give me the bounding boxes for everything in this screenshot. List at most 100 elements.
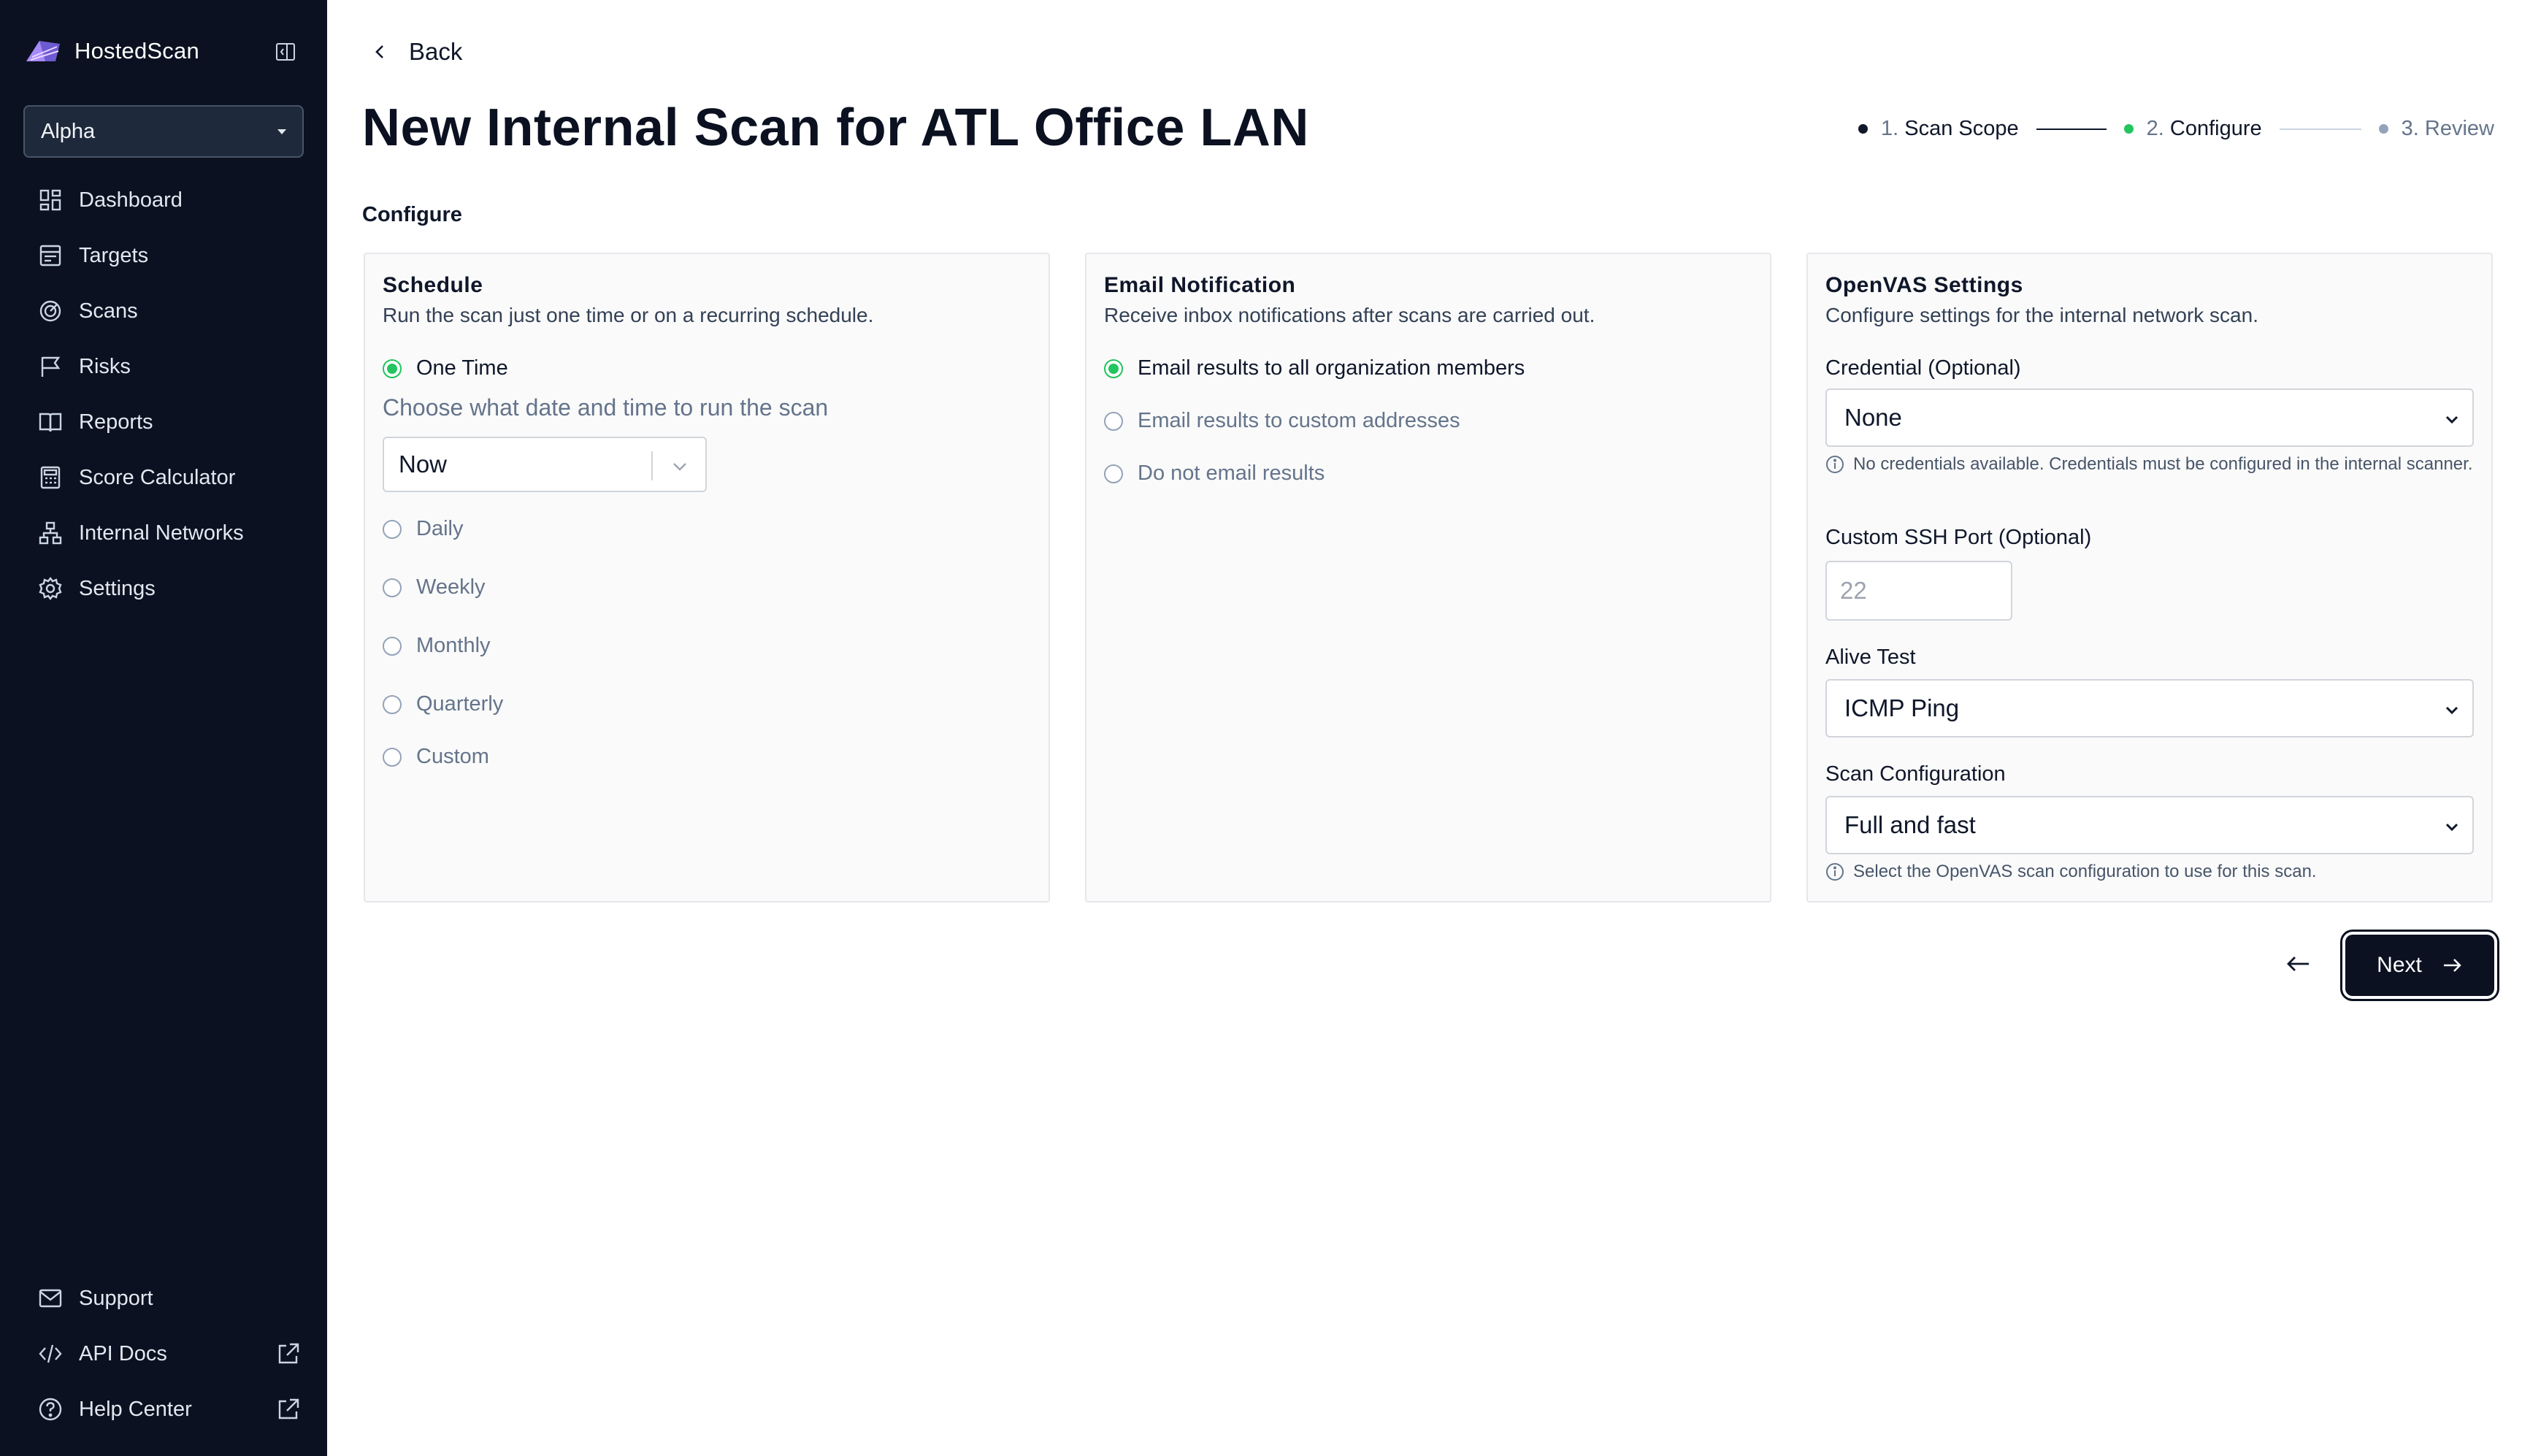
sidebar-item-label: Risks bbox=[79, 354, 131, 378]
page-title: New Internal Scan for ATL Office LAN bbox=[362, 99, 1309, 157]
sidebar-item-label: Scans bbox=[79, 299, 138, 323]
step-dot bbox=[2123, 124, 2134, 134]
previous-step-arrow-icon[interactable] bbox=[2284, 949, 2313, 978]
sidebar-item-api-docs[interactable]: API Docs bbox=[38, 1326, 301, 1382]
sidebar-item-label: Dashboard bbox=[79, 188, 183, 212]
credential-select[interactable]: None bbox=[1825, 388, 2474, 447]
alive-test-label: Alive Test bbox=[1825, 645, 1916, 669]
section-label: Configure bbox=[362, 203, 462, 226]
email-option-custom-addresses[interactable]: Email results to custom addresses bbox=[1104, 409, 1460, 433]
sidebar-item-scans[interactable]: Scans bbox=[38, 283, 301, 339]
openvas-title: OpenVAS Settings bbox=[1825, 273, 2023, 297]
email-description: Receive inbox notifications after scans … bbox=[1104, 304, 1595, 326]
alive-test-select[interactable]: ICMP Ping bbox=[1825, 679, 2474, 737]
stepper: 1. Scan Scope 2. Configure 3. Review bbox=[1858, 117, 2494, 141]
step-label: Review bbox=[2424, 117, 2494, 140]
organization-select[interactable]: Alpha bbox=[23, 105, 304, 158]
back-link[interactable]: Back bbox=[371, 38, 462, 66]
sidebar-item-label: API Docs bbox=[79, 1341, 167, 1365]
schedule-option-quarterly[interactable]: Quarterly bbox=[383, 692, 503, 716]
step-scan-scope[interactable]: 1. Scan Scope bbox=[1858, 117, 2019, 141]
sidebar-item-label: Internal Networks bbox=[79, 521, 244, 545]
openvas-description: Configure settings for the internal netw… bbox=[1825, 304, 2258, 326]
credential-label: Credential (Optional) bbox=[1825, 356, 2021, 380]
info-icon bbox=[1826, 863, 1844, 881]
run-time-value: Now bbox=[399, 451, 448, 478]
flag-icon bbox=[41, 356, 61, 377]
mail-icon bbox=[39, 1289, 62, 1308]
radio-icon bbox=[1104, 464, 1123, 483]
radio-label: Quarterly bbox=[416, 692, 504, 716]
scan-config-select[interactable]: Full and fast bbox=[1825, 796, 2474, 854]
radio-icon bbox=[1104, 411, 1123, 431]
radio-label: Custom bbox=[416, 745, 489, 768]
sidebar-item-risks[interactable]: Risks bbox=[38, 339, 301, 394]
sidebar-item-dashboard[interactable]: Dashboard bbox=[38, 172, 301, 228]
chevron-down-icon bbox=[2445, 706, 2458, 715]
schedule-card: Schedule Run the scan just one time or o… bbox=[364, 253, 1050, 903]
email-notification-card: Email Notification Receive inbox notific… bbox=[1085, 253, 1771, 903]
email-option-none[interactable]: Do not email results bbox=[1104, 461, 1325, 486]
chevron-down-icon bbox=[673, 463, 686, 471]
sidebar-item-label: Support bbox=[79, 1286, 153, 1310]
sidebar-nav: Dashboard Targets Scans Risks Reports Sc… bbox=[38, 172, 301, 616]
chevron-left-icon bbox=[375, 45, 383, 58]
caret-down-icon bbox=[277, 129, 286, 134]
sidebar-item-help-center[interactable]: Help Center bbox=[38, 1382, 301, 1437]
chevron-down-icon bbox=[2445, 415, 2458, 424]
chevron-down-icon bbox=[2445, 823, 2458, 832]
schedule-option-custom[interactable]: Custom bbox=[383, 745, 489, 769]
scan-config-value: Full and fast bbox=[1844, 811, 1976, 838]
alive-test-value: ICMP Ping bbox=[1844, 694, 1960, 721]
brand-name: HostedScan bbox=[74, 38, 199, 64]
sidebar-item-internal-networks[interactable]: Internal Networks bbox=[38, 505, 301, 561]
radio-icon bbox=[383, 694, 402, 714]
main-content: Back New Internal Scan for ATL Office LA… bbox=[327, 0, 2522, 1456]
schedule-option-daily[interactable]: Daily bbox=[383, 517, 463, 541]
step-number: 2. bbox=[2146, 117, 2164, 140]
email-option-all-members[interactable]: Email results to all organization member… bbox=[1104, 356, 1525, 380]
scan-config-info: Select the OpenVAS scan configuration to… bbox=[1825, 860, 2474, 884]
email-title: Email Notification bbox=[1104, 273, 1296, 297]
step-connector bbox=[2279, 128, 2361, 130]
dashboard-icon bbox=[39, 189, 61, 211]
book-icon bbox=[39, 413, 62, 432]
collapse-sidebar-icon[interactable] bbox=[275, 41, 296, 63]
back-label: Back bbox=[409, 38, 463, 65]
sidebar: HostedScan Alpha Dashboard Targets Scans… bbox=[0, 0, 327, 1456]
sidebar-item-support[interactable]: Support bbox=[38, 1271, 301, 1326]
next-label: Next bbox=[2377, 953, 2422, 977]
sidebar-item-label: Reports bbox=[79, 410, 153, 434]
targets-icon bbox=[39, 245, 61, 267]
step-configure[interactable]: 2. Configure bbox=[2123, 117, 2262, 141]
schedule-option-monthly[interactable]: Monthly bbox=[383, 634, 491, 658]
calculator-icon bbox=[40, 466, 61, 489]
organization-name: Alpha bbox=[41, 119, 96, 143]
run-time-select[interactable]: Now bbox=[383, 437, 707, 492]
schedule-option-one-time[interactable]: One Time bbox=[383, 356, 508, 380]
radio-icon bbox=[383, 747, 402, 767]
next-button[interactable]: Next bbox=[2345, 935, 2494, 996]
schedule-option-weekly[interactable]: Weekly bbox=[383, 575, 486, 599]
radio-label: Email results to custom addresses bbox=[1138, 409, 1460, 432]
radio-icon bbox=[383, 636, 402, 656]
ssh-port-label: Custom SSH Port (Optional) bbox=[1825, 526, 2092, 549]
external-link-icon bbox=[278, 1398, 299, 1419]
radio-icon bbox=[383, 578, 402, 597]
network-icon bbox=[39, 521, 62, 545]
code-icon bbox=[39, 1344, 62, 1363]
radio-icon bbox=[383, 519, 402, 539]
credential-value: None bbox=[1844, 404, 1902, 431]
step-review[interactable]: 3. Review bbox=[2378, 117, 2494, 141]
sidebar-item-label: Help Center bbox=[79, 1397, 192, 1421]
sidebar-item-score-calculator[interactable]: Score Calculator bbox=[38, 450, 301, 505]
credential-info-text: No credentials available. Credentials mu… bbox=[1853, 454, 2473, 474]
sidebar-item-targets[interactable]: Targets bbox=[38, 228, 301, 283]
brand[interactable]: HostedScan bbox=[23, 37, 199, 66]
ssh-port-input[interactable] bbox=[1825, 561, 2012, 621]
sidebar-item-settings[interactable]: Settings bbox=[38, 561, 301, 616]
step-label: Scan Scope bbox=[1904, 117, 2019, 140]
sidebar-item-reports[interactable]: Reports bbox=[38, 394, 301, 450]
info-icon bbox=[1826, 456, 1844, 473]
radio-label: One Time bbox=[416, 356, 508, 380]
